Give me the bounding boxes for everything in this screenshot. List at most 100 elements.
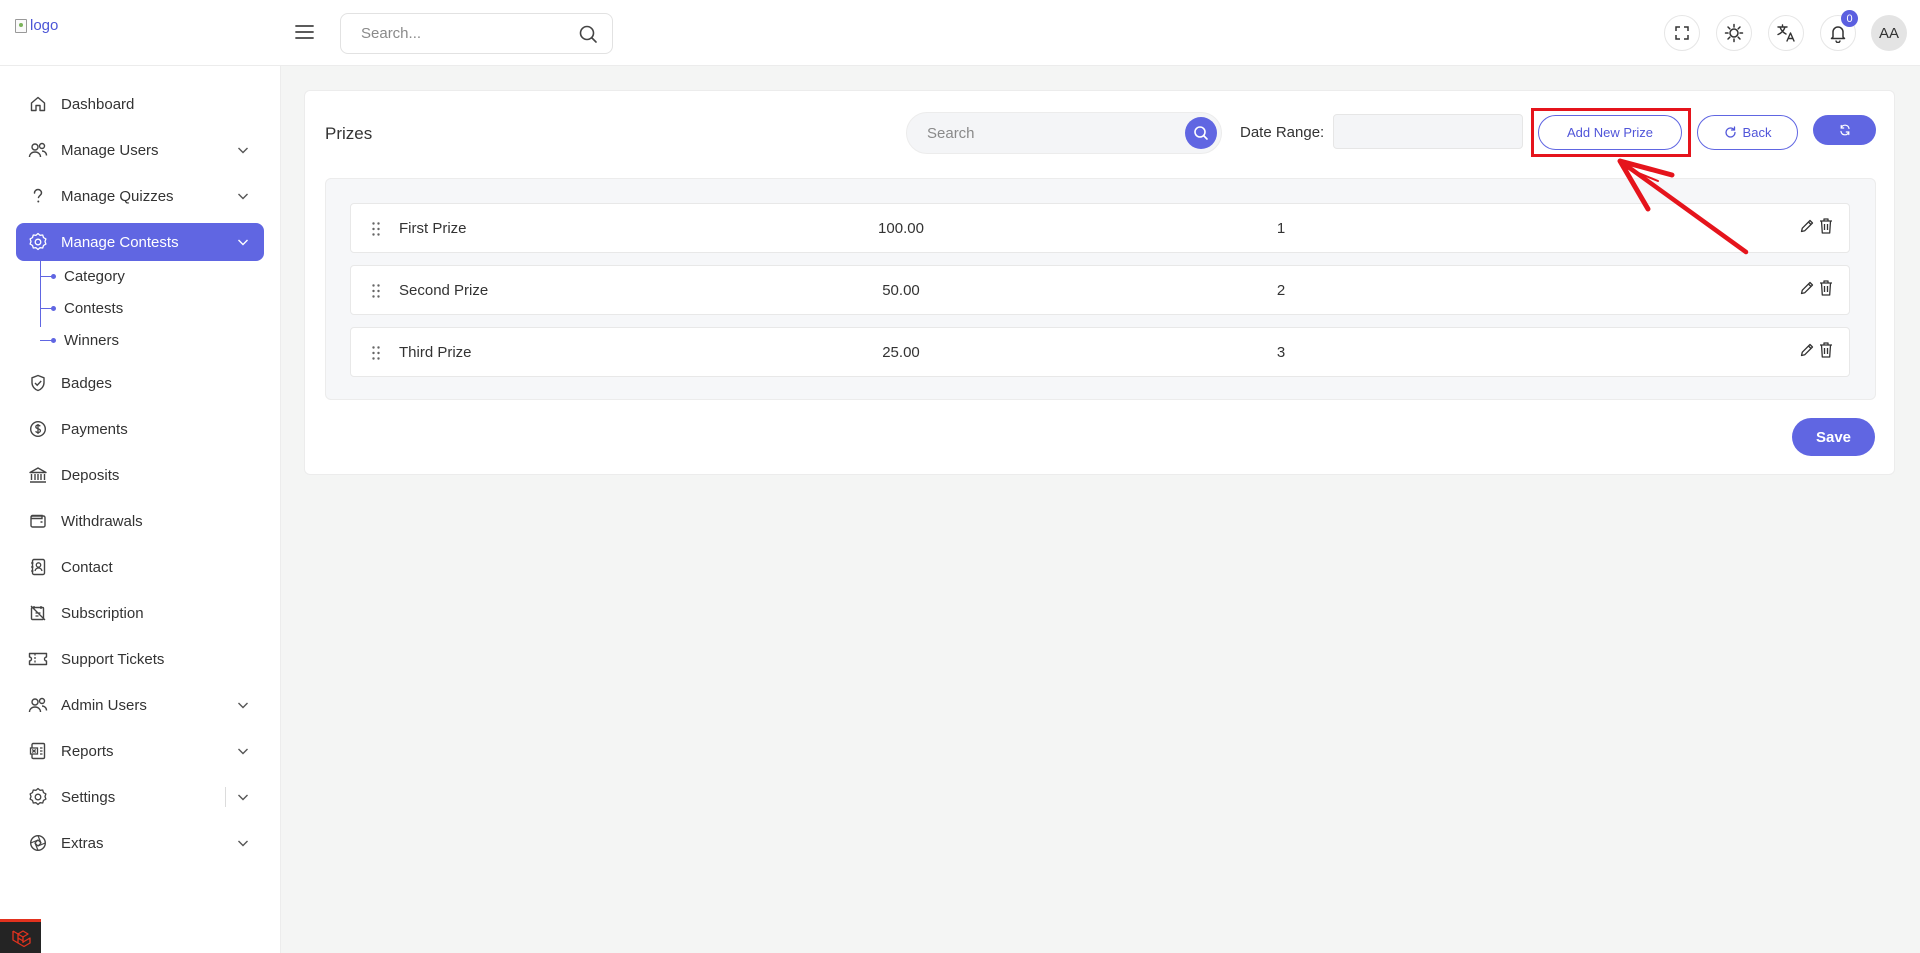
menu-toggle-icon[interactable] — [292, 20, 316, 44]
sidebar-item-label: Admin Users — [61, 696, 147, 714]
gear-icon — [28, 787, 48, 807]
sidebar-item-label: Dashboard — [61, 95, 135, 113]
sidebar-item-dashboard[interactable]: Dashboard — [16, 85, 264, 123]
broken-image-icon — [15, 18, 27, 33]
sidebar-item-extras[interactable]: Extras — [16, 824, 264, 862]
top-header: logo 0 AA — [0, 0, 1920, 66]
sidebar-item-settings[interactable]: Settings — [16, 778, 264, 816]
subscription-icon — [28, 603, 48, 623]
sidebar-item-label: Subscription — [61, 604, 144, 622]
refresh-button[interactable] — [1813, 115, 1876, 145]
trash-icon[interactable] — [1818, 279, 1834, 297]
date-range-input[interactable] — [1333, 114, 1523, 149]
prize-rank: 2 — [1276, 282, 1286, 299]
submenu-label: Category — [64, 267, 125, 285]
prize-name: First Prize — [399, 220, 467, 237]
table-row[interactable]: Second Prize 50.00 2 — [350, 265, 1850, 315]
trash-icon[interactable] — [1818, 217, 1834, 235]
sidebar-item-label: Extras — [61, 834, 104, 852]
dollar-circle-icon — [28, 419, 48, 439]
divider — [225, 787, 226, 807]
sidebar-item-label: Badges — [61, 374, 112, 392]
sidebar-item-payments[interactable]: Payments — [16, 410, 264, 448]
sidebar-item-label: Withdrawals — [61, 512, 143, 530]
prize-search-input[interactable] — [927, 124, 1185, 142]
chevron-down-icon — [236, 235, 250, 249]
global-search-input[interactable] — [361, 25, 578, 42]
ticket-icon — [28, 649, 48, 669]
notifications-button[interactable]: 0 — [1820, 10, 1858, 51]
global-search — [340, 13, 613, 54]
sidebar-item-manage-quizzes[interactable]: Manage Quizzes — [16, 177, 264, 215]
debugbar-toggle[interactable] — [0, 919, 41, 953]
sidebar-item-label: Support Tickets — [61, 650, 165, 668]
drag-handle-icon[interactable] — [371, 283, 381, 299]
sidebar-item-reports[interactable]: Reports — [16, 732, 264, 770]
sidebar-item-badges[interactable]: Badges — [16, 364, 264, 402]
trash-icon[interactable] — [1818, 341, 1834, 359]
page-title: Prizes — [325, 124, 373, 143]
chevron-down-icon — [236, 189, 250, 203]
search-icon[interactable] — [578, 24, 598, 44]
notification-count-badge: 0 — [1841, 10, 1858, 27]
question-icon — [28, 186, 48, 206]
submenu-item-contests[interactable]: Contests — [40, 295, 123, 321]
sidebar-item-label: Manage Quizzes — [61, 187, 174, 205]
language-button[interactable] — [1768, 15, 1804, 51]
prize-name: Second Prize — [399, 282, 489, 299]
date-range-label: Date Range: — [1240, 124, 1325, 141]
wallet-icon — [28, 511, 48, 531]
back-label: Back — [1742, 125, 1772, 140]
drag-handle-icon[interactable] — [371, 345, 381, 361]
submenu-item-winners[interactable]: Winners — [40, 327, 119, 353]
prize-search — [906, 112, 1222, 154]
avatar[interactable]: AA — [1871, 15, 1907, 51]
contact-book-icon — [28, 557, 48, 577]
prize-amount: 25.00 — [882, 344, 920, 361]
search-button[interactable] — [1185, 117, 1217, 149]
pencil-icon[interactable] — [1799, 342, 1815, 358]
sidebar-item-subscription[interactable]: Subscription — [16, 594, 264, 632]
fullscreen-button[interactable] — [1664, 15, 1700, 51]
drag-handle-icon[interactable] — [371, 221, 381, 237]
add-new-prize-label: Add New Prize — [1567, 125, 1653, 140]
home-icon — [28, 94, 48, 114]
sidebar-item-label: Deposits — [61, 466, 120, 484]
sidebar-item-withdrawals[interactable]: Withdrawals — [16, 502, 264, 540]
laravel-logo-icon — [10, 927, 32, 949]
sync-icon — [1839, 124, 1851, 136]
pencil-icon[interactable] — [1799, 280, 1815, 296]
save-button[interactable]: Save — [1792, 418, 1875, 456]
sidebar-item-contact[interactable]: Contact — [16, 548, 264, 586]
sidebar-item-label: Manage Contests — [61, 233, 179, 251]
shield-check-icon — [28, 373, 48, 393]
sidebar-item-manage-contests[interactable]: Manage Contests — [16, 223, 264, 261]
submenu-label: Contests — [64, 299, 124, 317]
users-icon — [28, 695, 48, 715]
report-icon — [28, 741, 48, 761]
chevron-down-icon — [236, 143, 250, 157]
sidebar-item-support-tickets[interactable]: Support Tickets — [16, 640, 264, 678]
theme-toggle-button[interactable] — [1716, 15, 1752, 51]
prize-amount: 100.00 — [878, 220, 924, 237]
pencil-icon[interactable] — [1799, 218, 1815, 234]
sidebar-item-label: Contact — [61, 558, 113, 576]
sidebar-item-deposits[interactable]: Deposits — [16, 456, 264, 494]
logo[interactable]: logo — [15, 17, 58, 34]
sidebar: Dashboard Manage Users Manage Quizzes Ma… — [0, 66, 281, 953]
sidebar-item-label: Payments — [61, 420, 128, 438]
submenu-item-category[interactable]: Category — [40, 263, 125, 289]
back-button[interactable]: Back — [1697, 115, 1798, 150]
prize-amount: 50.00 — [882, 282, 920, 299]
prizes-card: Prizes Date Range: Add New Prize Back Fi… — [304, 90, 1895, 475]
annotation-arrow-icon — [1617, 158, 1749, 255]
sidebar-item-admin-users[interactable]: Admin Users — [16, 686, 264, 724]
chevron-down-icon — [236, 698, 250, 712]
table-row[interactable]: Third Prize 25.00 3 — [350, 327, 1850, 377]
chevron-down-icon — [236, 790, 250, 804]
sidebar-item-manage-users[interactable]: Manage Users — [16, 131, 264, 169]
sidebar-item-label: Settings — [61, 788, 116, 806]
add-new-prize-button[interactable]: Add New Prize — [1538, 115, 1682, 150]
prize-rank: 3 — [1276, 344, 1286, 361]
users-icon — [28, 140, 48, 160]
